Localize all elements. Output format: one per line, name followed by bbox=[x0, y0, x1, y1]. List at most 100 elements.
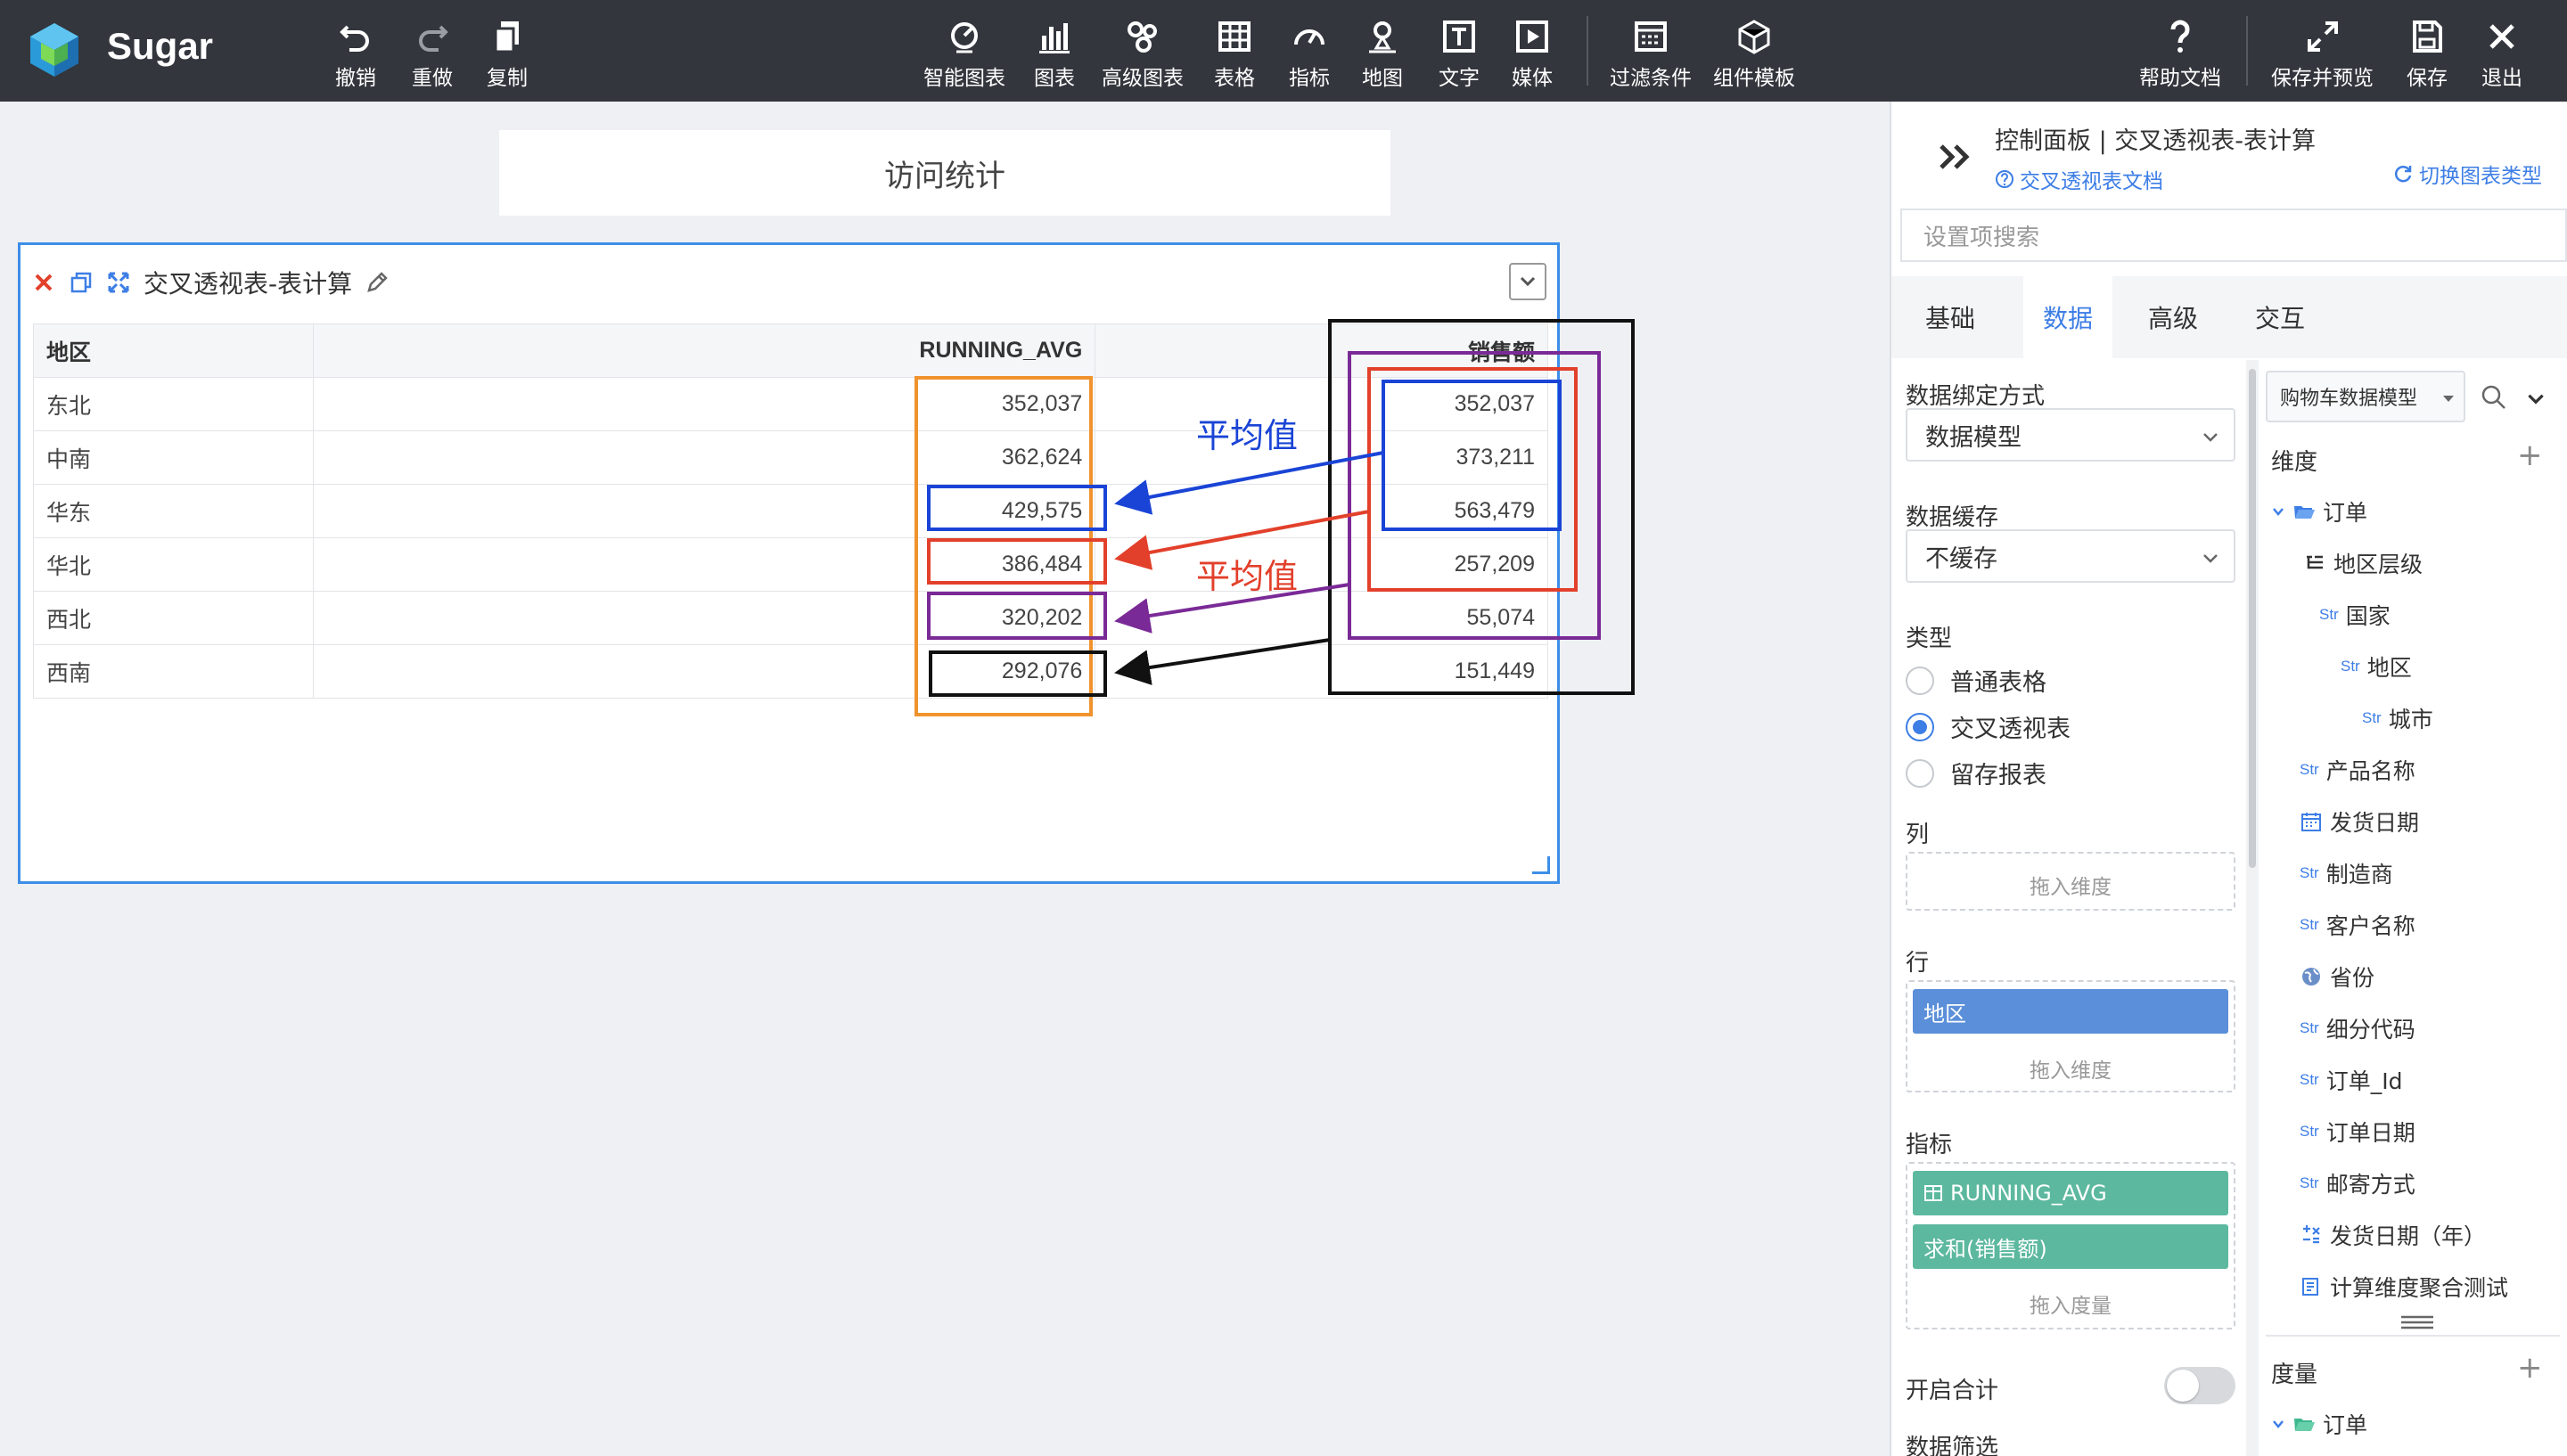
smart-chart-button[interactable]: 智能图表 bbox=[923, 12, 1005, 93]
pivot-table-widget[interactable]: 交叉透视表-表计算 地区 RUNNING_AVG 销售额 东北 352,037 … bbox=[18, 242, 1560, 884]
advanced-chart-button[interactable]: 高级图表 bbox=[1102, 12, 1184, 93]
tree-item-ship-year[interactable]: 发货日期（年） bbox=[2300, 1219, 2486, 1251]
binding-select[interactable]: 数据模型 bbox=[1906, 408, 2235, 462]
save-preview-button[interactable]: 保存并预览 bbox=[2271, 12, 2374, 93]
media-button[interactable]: 媒体 bbox=[1512, 12, 1553, 93]
tree-label: 国家 bbox=[2345, 603, 2391, 629]
duplicate-icon[interactable] bbox=[69, 270, 94, 295]
sales-cell: 352,037 bbox=[1095, 377, 1548, 431]
advanced-chart-label: 高级图表 bbox=[1102, 67, 1184, 90]
widget-menu-dropdown[interactable] bbox=[1509, 263, 1546, 300]
row-chip-region[interactable]: 地区 bbox=[1913, 989, 2228, 1034]
tree-item-order-date[interactable]: Str 订单日期 bbox=[2300, 1116, 2415, 1148]
measure-chip-running-avg[interactable]: RUNNING_AVG bbox=[1913, 1171, 2228, 1215]
tree-label: 客户名称 bbox=[2325, 913, 2415, 939]
total-toggle[interactable] bbox=[2164, 1367, 2235, 1404]
column-header-region[interactable]: 地区 bbox=[33, 323, 314, 378]
help-docs-button[interactable]: 帮助文档 bbox=[2139, 12, 2221, 93]
settings-scrollbar[interactable] bbox=[2246, 360, 2259, 1456]
tree-item-manufacturer[interactable]: Str 制造商 bbox=[2300, 857, 2393, 889]
measure-chip-sum-sales[interactable]: 求和(销售额) bbox=[1913, 1224, 2228, 1269]
filter-icon bbox=[1635, 21, 1667, 52]
text-button[interactable]: 文字 bbox=[1439, 12, 1480, 93]
region-cell: 华东 bbox=[33, 484, 314, 538]
widget-title[interactable]: 交叉透视表-表计算 bbox=[144, 265, 352, 300]
pivot-doc-link[interactable]: 交叉透视表文档 bbox=[1995, 164, 2163, 194]
column-header-sales[interactable]: 销售额 bbox=[1095, 323, 1548, 378]
tree-item-ship-mode[interactable]: Str 邮寄方式 bbox=[2300, 1167, 2415, 1199]
measure-drop-zone[interactable]: RUNNING_AVG 求和(销售额) 拖入度量 bbox=[1906, 1162, 2235, 1329]
tree-item-ship-date[interactable]: 发货日期 bbox=[2300, 806, 2419, 838]
radio-pivot-table-label: 交叉透视表 bbox=[1950, 716, 2071, 743]
table-button[interactable]: 表格 bbox=[1214, 12, 1255, 93]
delete-icon[interactable] bbox=[31, 270, 56, 295]
fullscreen-icon[interactable] bbox=[106, 270, 131, 295]
radio-circle-selected bbox=[1906, 712, 1934, 741]
tree-label: 订单 bbox=[2323, 1412, 2368, 1438]
tab-interaction[interactable]: 交互 bbox=[2235, 276, 2325, 358]
tree-item-product-name[interactable]: Str 产品名称 bbox=[2300, 754, 2415, 786]
tree-item-country[interactable]: Str 国家 bbox=[2319, 599, 2391, 631]
help-circle-icon bbox=[1996, 170, 2013, 188]
region-cell: 西南 bbox=[33, 644, 314, 699]
settings-search-input[interactable]: 设置项搜索 bbox=[1900, 209, 2567, 262]
filter-condition-button[interactable]: 过滤条件 bbox=[1610, 12, 1692, 93]
radio-pivot-table[interactable]: 交叉透视表 bbox=[1906, 709, 2071, 744]
scrollbar-thumb[interactable] bbox=[2249, 369, 2256, 868]
add-dimension-icon[interactable]: + bbox=[2517, 440, 2543, 470]
chevron-down-icon[interactable] bbox=[2524, 387, 2547, 410]
tab-data[interactable]: 数据 bbox=[2023, 276, 2112, 358]
string-type-icon: Str bbox=[2362, 709, 2382, 726]
undo-button[interactable]: 撤销 bbox=[335, 12, 376, 93]
data-model-select[interactable]: 购物车数据模型 bbox=[2266, 371, 2465, 422]
tree-item-customer-name[interactable]: Str 客户名称 bbox=[2300, 909, 2415, 941]
tree-item-calc-dimension[interactable]: 计算维度聚合测试 bbox=[2300, 1271, 2508, 1303]
search-icon[interactable] bbox=[2480, 383, 2508, 412]
chart-button[interactable]: 图表 bbox=[1034, 12, 1075, 93]
radio-retention-report[interactable]: 留存报表 bbox=[1906, 756, 2046, 790]
row-drop-zone[interactable]: 地区 拖入维度 bbox=[1906, 980, 2235, 1092]
switch-chart-type-label: 切换图表类型 bbox=[2419, 165, 2542, 188]
tree-item-region[interactable]: Str 地区 bbox=[2341, 650, 2412, 683]
tree-item-segment-code[interactable]: Str 细分代码 bbox=[2300, 1012, 2415, 1044]
save-button[interactable]: 保存 bbox=[2407, 12, 2448, 93]
dashboard-title[interactable]: 访问统计 bbox=[499, 130, 1390, 216]
tab-basic[interactable]: 基础 bbox=[1906, 276, 1995, 358]
tree-item-region-hierarchy[interactable]: 地区层级 bbox=[2303, 547, 2423, 579]
cache-select[interactable]: 不缓存 bbox=[1906, 529, 2235, 583]
running-avg-cell: 429,575 bbox=[312, 484, 1096, 538]
copy-button[interactable]: 复制 bbox=[487, 12, 528, 93]
column-header-running-avg[interactable]: RUNNING_AVG bbox=[312, 323, 1096, 378]
panel-splitter-handle-icon[interactable] bbox=[2399, 1312, 2435, 1333]
refresh-icon bbox=[2394, 166, 2412, 183]
add-measure-icon[interactable]: + bbox=[2517, 1353, 2543, 1383]
sales-cell: 563,479 bbox=[1095, 484, 1548, 538]
indicator-button[interactable]: 指标 bbox=[1289, 12, 1330, 93]
chevron-down-icon bbox=[2273, 508, 2284, 516]
redo-button[interactable]: 重做 bbox=[412, 12, 453, 93]
row-drop-hint: 拖入维度 bbox=[2030, 1059, 2112, 1083]
tree-folder-order[interactable]: 订单 bbox=[2271, 495, 2367, 528]
panel-title: 控制面板 | 交叉透视表-表计算 bbox=[1995, 127, 2317, 155]
tree-item-province[interactable]: 省份 bbox=[2300, 961, 2374, 993]
running-avg-cell: 292,076 bbox=[312, 644, 1096, 699]
edit-pencil-icon[interactable] bbox=[365, 270, 390, 295]
hierarchy-icon bbox=[2307, 555, 2323, 569]
column-drop-zone[interactable]: 拖入维度 bbox=[1906, 852, 2235, 911]
tree-label: 地区 bbox=[2366, 655, 2412, 681]
radio-normal-table[interactable]: 普通表格 bbox=[1906, 663, 2046, 698]
copy-label: 复制 bbox=[487, 67, 528, 90]
resize-handle[interactable] bbox=[1532, 856, 1550, 874]
question-icon bbox=[2170, 20, 2190, 53]
tree-item-city[interactable]: Str 城市 bbox=[2362, 702, 2433, 734]
exit-button[interactable]: 退出 bbox=[2481, 12, 2522, 93]
collapse-panel-icon[interactable] bbox=[1936, 137, 1975, 176]
tab-advanced[interactable]: 高级 bbox=[2128, 276, 2218, 358]
calculated-field-icon bbox=[2303, 1225, 2320, 1244]
chevron-down-icon bbox=[2273, 1420, 2284, 1428]
tree-item-order-id[interactable]: Str 订单_Id bbox=[2300, 1064, 2402, 1096]
component-template-button[interactable]: 组件模板 bbox=[1713, 12, 1795, 93]
tree-folder-order-measures[interactable]: 订单 bbox=[2271, 1408, 2367, 1440]
switch-chart-type-link[interactable]: 切换图表类型 bbox=[2392, 159, 2542, 189]
map-button[interactable]: 地图 bbox=[1362, 12, 1403, 93]
